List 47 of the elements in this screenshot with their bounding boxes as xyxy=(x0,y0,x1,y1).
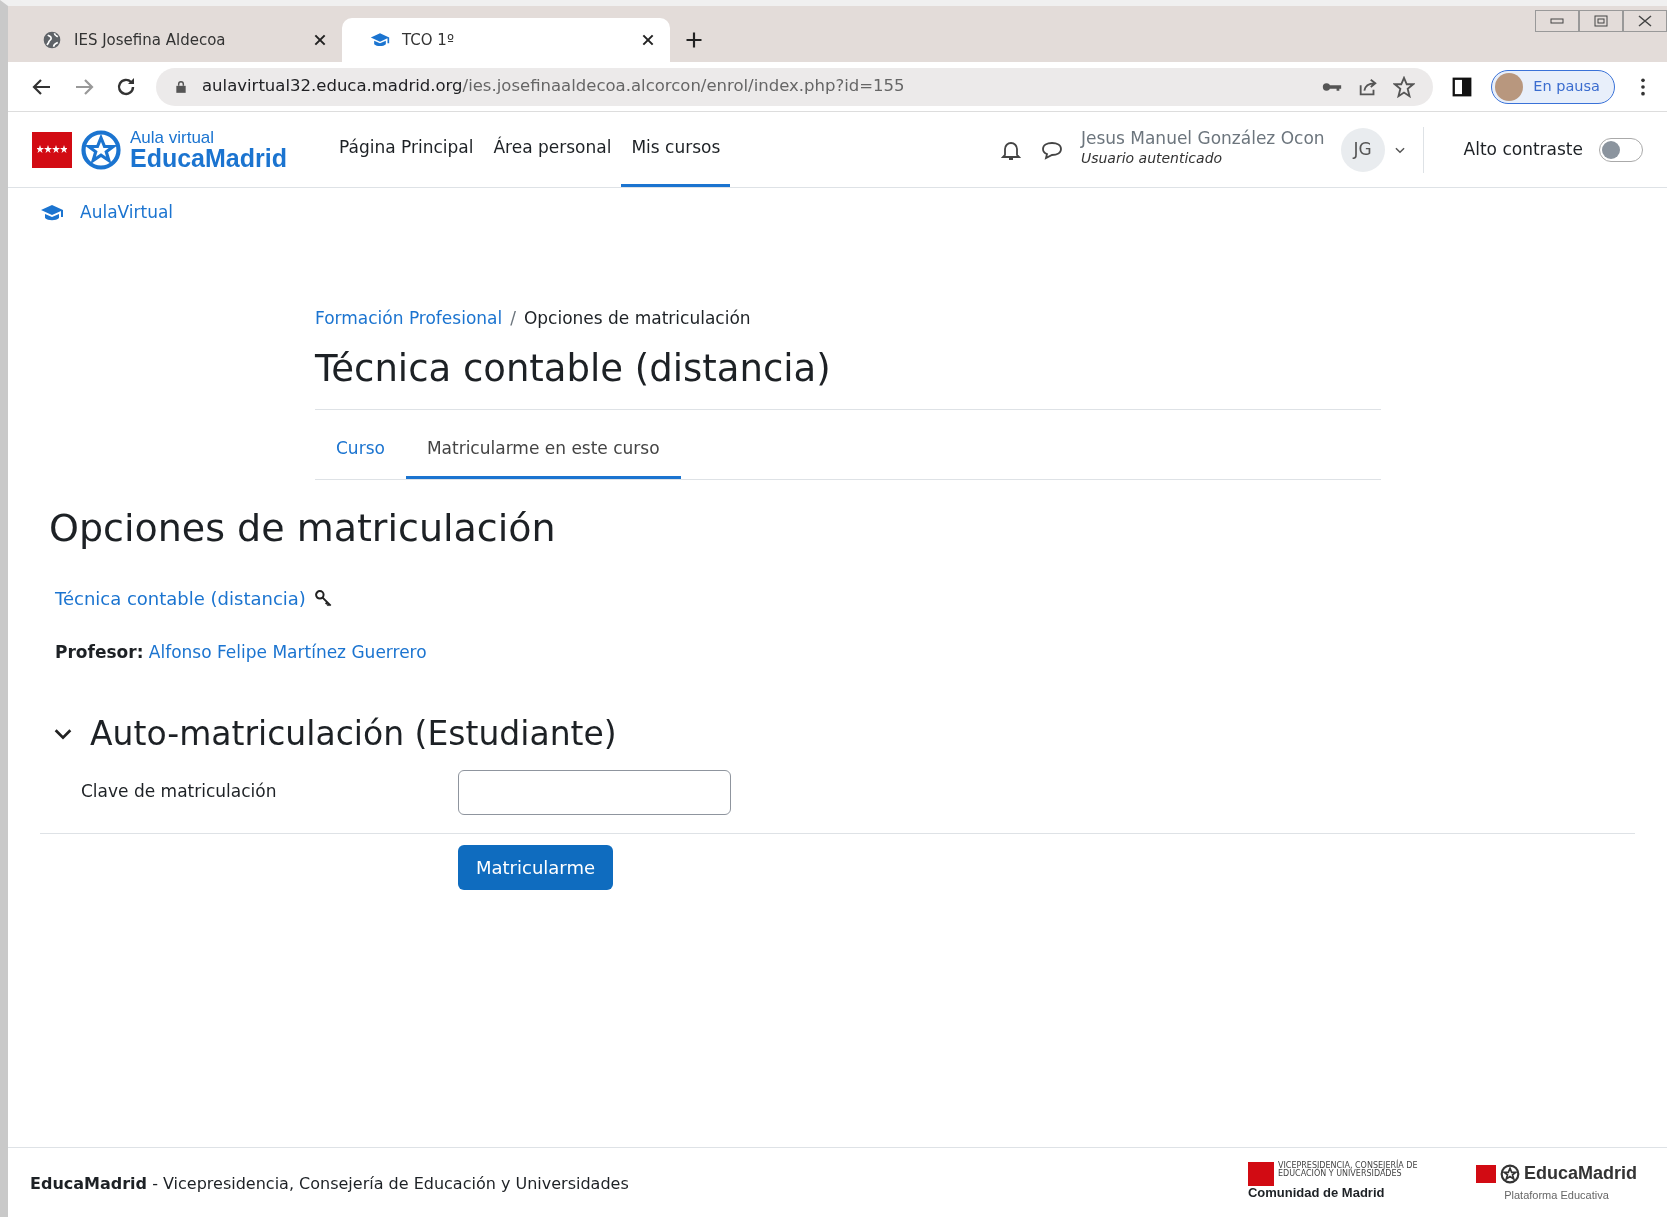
breadcrumb-current: Opciones de matriculación xyxy=(523,306,751,330)
nav-link[interactable]: Mis cursos xyxy=(621,112,731,187)
user-avatar[interactable]: JG xyxy=(1340,127,1385,172)
address-bar[interactable]: aulavirtual32.educa.madrid.org/ies.josefinaaldecoa.alcorcon/enrol/index.php?id=155 xyxy=(156,67,1434,106)
site-logo[interactable]: Aula virtual EducaMadrid xyxy=(32,112,287,187)
field-label: Clave de matriculación xyxy=(81,780,278,804)
plus-icon[interactable] xyxy=(684,30,704,50)
course-link[interactable]: Técnica contable (distancia) xyxy=(55,585,306,613)
minimize-icon[interactable] xyxy=(1550,18,1564,24)
avatar-placeholder xyxy=(1495,72,1524,101)
browser-tab[interactable]: IES Josefina Aldecoa xyxy=(14,18,342,62)
course-tab[interactable]: Curso xyxy=(315,422,406,479)
key-icon xyxy=(313,589,334,609)
contrast-label: Alto contraste xyxy=(1463,137,1583,161)
url-text: aulavirtual32.educa.madrid.org/ies.josefinaaldecoa.alcorcon/enrol/index.php?id=155 xyxy=(202,75,905,98)
flag-icon xyxy=(32,131,72,168)
flag-icon xyxy=(1247,1162,1274,1186)
close-icon[interactable] xyxy=(1638,15,1652,27)
close-icon[interactable] xyxy=(640,32,656,48)
star-circle-icon xyxy=(80,128,122,171)
section-heading: Auto-matriculación (Estudiante) xyxy=(90,714,617,754)
browser-tab[interactable]: TCO 1º xyxy=(342,18,670,62)
aulavirtual-link[interactable]: AulaVirtual xyxy=(80,200,174,226)
educamadrid-footer-logo: EducaMadrid Plataforma Educativa xyxy=(1475,1160,1637,1204)
teacher-label: Profesor: xyxy=(55,642,144,663)
course-title: Técnica contable (distancia) xyxy=(315,347,832,392)
close-icon[interactable] xyxy=(312,32,328,48)
lock-icon xyxy=(174,78,188,95)
teacher-link[interactable]: Alfonso Felipe Martínez Guerrero xyxy=(148,642,427,663)
profile-button[interactable]: En pausa xyxy=(1491,69,1615,104)
side-panel-icon[interactable] xyxy=(1451,75,1474,98)
star-icon[interactable] xyxy=(1393,75,1416,98)
restore-icon[interactable] xyxy=(1594,15,1608,27)
nav-link[interactable]: Página Principal xyxy=(329,112,484,187)
footer-text: EducaMadrid - Vicepresidencia, Consejería de Educación y Universidades xyxy=(30,1173,629,1195)
breadcrumb-link[interactable]: Formación Profesional xyxy=(315,305,503,331)
course-tab[interactable]: Matricularme en este curso xyxy=(405,422,681,479)
user-name: Jesus Manuel González Ocon xyxy=(1080,130,1325,148)
nav-link[interactable]: Área personal xyxy=(483,112,622,187)
flag-icon xyxy=(1475,1164,1496,1183)
globe-icon xyxy=(42,30,62,50)
breadcrumb-separator: / xyxy=(510,306,516,330)
star-circle-icon xyxy=(1499,1163,1520,1184)
page-heading: Opciones de matriculación xyxy=(49,505,557,552)
key-input-field[interactable] xyxy=(458,769,731,815)
enrol-button[interactable]: Matricularme xyxy=(458,844,614,890)
user-role: Usuario autenticado xyxy=(1080,148,1224,168)
